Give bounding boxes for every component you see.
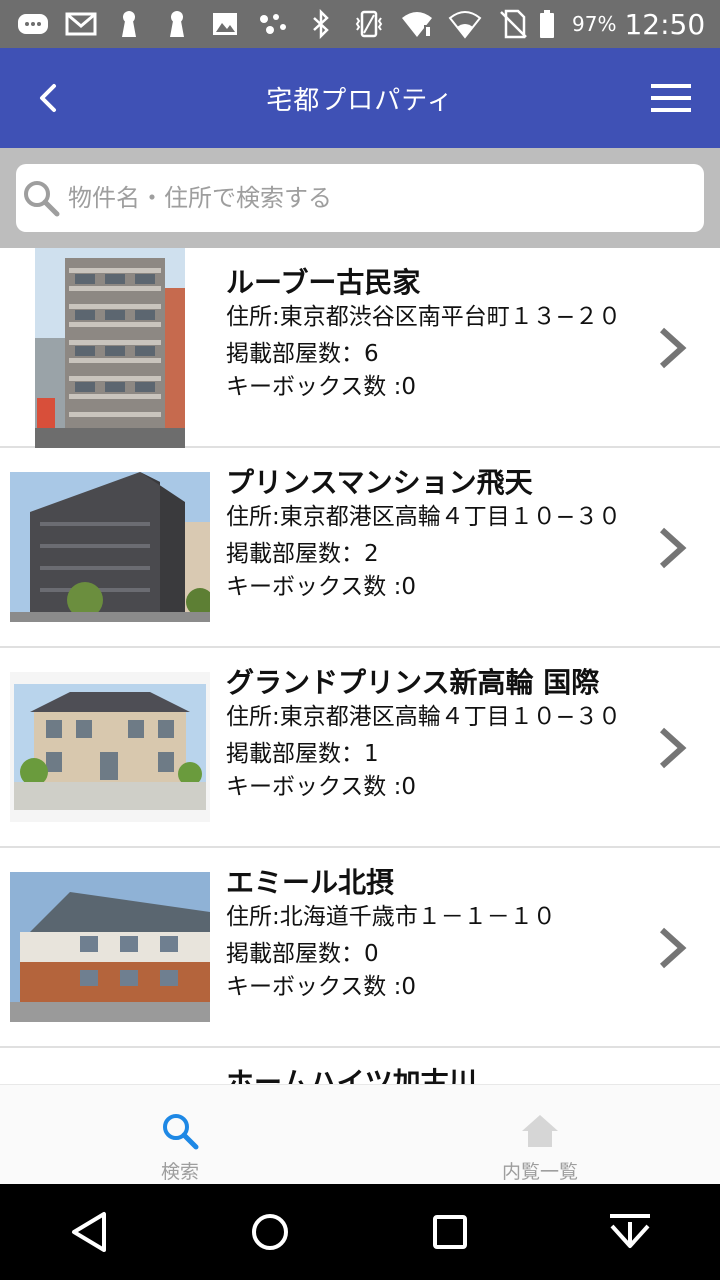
recents-nav-icon[interactable] [426, 1208, 474, 1256]
tab-viewing-list-label: 内覧一覧 [501, 1161, 578, 1183]
chevron-right-icon[interactable] [656, 726, 688, 770]
property-photo [10, 472, 210, 622]
wifi-icon [448, 9, 482, 39]
battery-percent: 97% [572, 12, 617, 36]
chevron-right-icon[interactable] [656, 326, 688, 370]
menu-icon[interactable] [650, 80, 692, 116]
search-input[interactable] [68, 184, 668, 212]
bluetooth-icon [304, 9, 338, 39]
back-nav-icon[interactable] [66, 1208, 114, 1256]
hide-keyboard-icon[interactable] [606, 1208, 654, 1256]
property-address: 住所:東京都港区高輪４丁目１０−３０ [226, 704, 622, 730]
search-icon [163, 1114, 199, 1150]
keybox-count: キーボックス数 :0 [226, 774, 417, 800]
clock: 12:50 [624, 7, 706, 41]
property-name: グランドプリンス新高輪 国際 [226, 666, 600, 699]
list-item[interactable]: ルーブー古民家 住所:東京都渋谷区南平台町１３−２０ 掲載部屋数：6 キーボック… [0, 248, 720, 448]
gmail-icon [64, 9, 98, 39]
room-count: 掲載部屋数：2 [226, 541, 379, 567]
keybox-count: キーボックス数 :0 [226, 374, 417, 400]
wifi-icon [400, 9, 434, 39]
list-item[interactable]: ホームハイツ加古川 [0, 1048, 720, 1084]
room-count: 掲載部屋数：0 [226, 941, 379, 967]
search-section [0, 148, 720, 248]
keybox-count: キーボックス数 :0 [226, 574, 417, 600]
chevron-right-icon[interactable] [656, 526, 688, 570]
tab-search[interactable]: 検索 [0, 1085, 360, 1184]
list-item[interactable]: プリンスマンション飛天 住所:東京都港区高輪４丁目１０−３０ 掲載部屋数：2 キ… [0, 448, 720, 648]
keyhole-icon [112, 9, 146, 39]
no-sim-icon [496, 9, 530, 39]
keybox-count: キーボックス数 :0 [226, 974, 417, 1000]
property-name: ルーブー古民家 [226, 266, 421, 299]
battery-icon [530, 9, 564, 39]
app-bar: 宅都プロパティ [0, 48, 720, 148]
property-address: 住所:東京都港区高輪４丁目１０−３０ [226, 504, 622, 530]
search-icon [24, 181, 60, 217]
property-address: 住所:東京都渋谷区南平台町１３−２０ [226, 304, 622, 330]
message-icon [16, 9, 50, 39]
page-title: 宅都プロパティ [266, 85, 454, 116]
tab-search-label: 検索 [160, 1161, 199, 1183]
property-photo [10, 872, 210, 1022]
home-icon [522, 1115, 558, 1147]
property-address: 住所:北海道千歳市１－１－１０ [226, 904, 556, 930]
list-item[interactable]: グランドプリンス新高輪 国際 住所:東京都港区高輪４丁目１０−３０ 掲載部屋数：… [0, 648, 720, 848]
property-name: プリンスマンション飛天 [226, 466, 533, 499]
room-count: 掲載部屋数：1 [226, 741, 379, 767]
search-box[interactable] [16, 164, 704, 232]
property-name: ホームハイツ加古川 [226, 1066, 477, 1084]
back-icon[interactable] [30, 78, 70, 118]
home-nav-icon[interactable] [246, 1208, 294, 1256]
system-nav-bar [0, 1184, 720, 1280]
image-icon [208, 9, 242, 39]
property-photo [35, 248, 185, 448]
bottom-nav: 検索 内覧一覧 [0, 1084, 720, 1184]
property-list: ルーブー古民家 住所:東京都渋谷区南平台町１３−２０ 掲載部屋数：6 キーボック… [0, 248, 720, 1084]
list-item[interactable]: エミール北摂 住所:北海道千歳市１－１－１０ 掲載部屋数：0 キーボックス数 :… [0, 848, 720, 1048]
tab-viewing-list[interactable]: 内覧一覧 [360, 1085, 720, 1184]
status-bar: 97% 12:50 [0, 0, 720, 48]
keyhole-icon [160, 9, 194, 39]
dots-icon [256, 9, 290, 39]
chevron-right-icon[interactable] [656, 926, 688, 970]
vibrate-icon [352, 9, 386, 39]
property-photo [10, 672, 210, 822]
property-name: エミール北摂 [226, 866, 395, 899]
room-count: 掲載部屋数：6 [226, 341, 379, 367]
